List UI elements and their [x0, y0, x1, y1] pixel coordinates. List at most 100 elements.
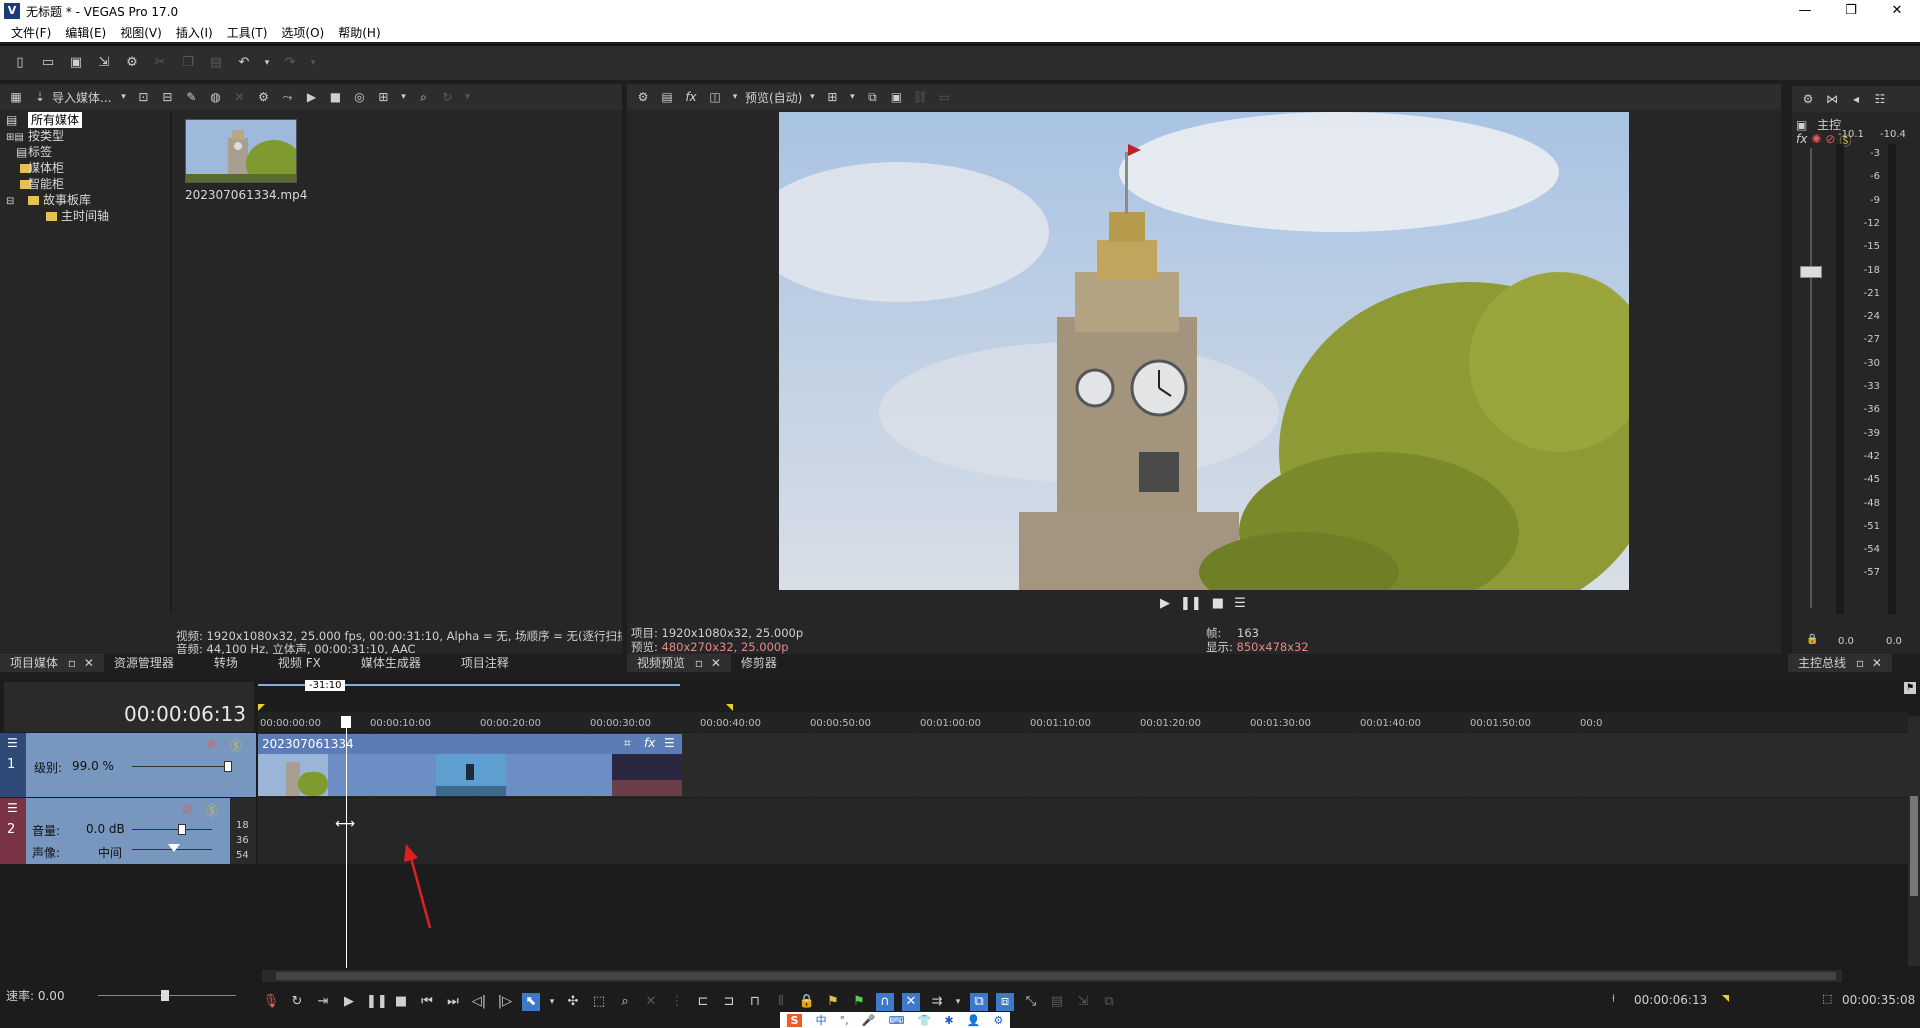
media-file-name[interactable]: 202307061334.mp4 — [185, 188, 307, 202]
preview-play-icon[interactable]: ▶ — [1160, 596, 1170, 611]
close-tab-icon[interactable]: ✕ — [84, 656, 94, 670]
auto-crossfade-icon[interactable]: ✕ — [902, 993, 920, 1011]
normal-edit-tool-icon[interactable]: ⬉ — [522, 993, 540, 1011]
close-tab-icon[interactable]: ✕ — [1872, 656, 1882, 670]
tab-video-preview[interactable]: 视频预览 ▫ ✕ — [627, 654, 731, 672]
play-icon[interactable]: ▶ — [303, 88, 319, 106]
tree-item-tags[interactable]: ▤标签 — [6, 144, 166, 160]
ripple-edit-icon[interactable]: ⇉ — [928, 993, 946, 1011]
undo-icon[interactable]: ↶ — [235, 54, 253, 72]
dock-icon[interactable]: ▫ — [68, 656, 76, 670]
ripple-dropdown-icon[interactable]: ▾ — [954, 993, 962, 1011]
volume-slider-handle[interactable] — [178, 824, 186, 835]
audio-track-header[interactable]: ☰ 2 ⊘ Ⓢ 音量: 0.0 dB 声像: 中间 18 36 54 — [0, 798, 256, 864]
tree-item-by-type[interactable]: ⊞▤ 按类型 — [6, 128, 166, 144]
ignore-grouping-icon[interactable]: ⧈ — [996, 993, 1014, 1011]
tab-explorer[interactable]: 资源管理器 — [104, 654, 184, 672]
master-fx-icon[interactable]: fx — [1796, 132, 1807, 149]
clip-crop-icon[interactable]: ⌗ — [624, 736, 631, 751]
loop-playback-icon[interactable]: ↻ — [288, 993, 306, 1011]
tab-project-notes[interactable]: 项目注释 — [431, 654, 519, 672]
preview-stop-icon[interactable]: ■ — [1212, 596, 1224, 611]
remove-media-icon[interactable]: ⊟ — [159, 88, 175, 106]
menu-help[interactable]: 帮助(H) — [338, 24, 380, 41]
tree-item-storyboard[interactable]: ⊟ 故事板库 — [6, 192, 166, 208]
media-thumbnail[interactable] — [185, 119, 297, 183]
open-folder-icon[interactable]: ▭ — [39, 54, 57, 72]
menu-edit[interactable]: 编辑(E) — [65, 24, 106, 41]
render-icon[interactable]: ⇲ — [95, 54, 113, 72]
video-track-mute-icon[interactable]: ⊘ — [206, 737, 216, 751]
preview-device-icon[interactable]: ▤ — [659, 88, 675, 106]
video-fx-icon[interactable]: fx — [683, 88, 699, 106]
overlays-grid-icon[interactable]: ⊞ — [824, 88, 840, 106]
tab-project-media[interactable]: 项目媒体 ▫ ✕ — [0, 654, 104, 672]
save-icon[interactable]: ▣ — [67, 54, 85, 72]
overlays-dropdown-icon[interactable]: ▾ — [848, 88, 856, 106]
dock-icon[interactable]: ▫ — [695, 656, 703, 670]
audio-track-mute-icon[interactable]: ⊘ — [182, 802, 192, 816]
tree-item-main-timeline[interactable]: 主时间轴 — [6, 208, 166, 224]
import-media-button[interactable]: 导入媒体... — [52, 89, 111, 106]
loop-icon[interactable]: ◎ — [351, 88, 367, 106]
stop-icon[interactable]: ■ — [327, 88, 343, 106]
capture-icon[interactable]: ⊡ — [135, 88, 151, 106]
delete-icon[interactable]: ✕ — [231, 88, 247, 106]
keyboard-icon[interactable]: ⌨ — [889, 1014, 905, 1027]
audio-track-menu-icon[interactable]: ☰ — [7, 801, 18, 815]
toolbox-icon[interactable]: ✱ — [944, 1014, 953, 1027]
auto-preview-icon[interactable]: ⤳ — [279, 88, 295, 106]
dim-output-icon[interactable]: ◂ — [1848, 90, 1864, 108]
render-region-icon[interactable]: ⇲ — [1074, 993, 1092, 1011]
zoom-tool-icon[interactable]: ⌕ — [616, 993, 634, 1011]
play-from-start-icon[interactable]: ⇥ — [314, 993, 332, 1011]
views-icon[interactable]: ⊞ — [375, 88, 391, 106]
ripple-icon[interactable]: ⫴ — [772, 993, 790, 1011]
tab-trimmer[interactable]: 修剪器 — [731, 654, 787, 672]
save-snapshot-icon[interactable]: ▣ — [888, 88, 904, 106]
record-icon[interactable]: 🎙 — [262, 993, 280, 1011]
region-icon[interactable]: ⚑ — [850, 993, 868, 1011]
trim-icon[interactable]: ⊓ — [746, 993, 764, 1011]
video-track-menu-icon[interactable]: ☰ — [7, 736, 18, 750]
media-fx-icon[interactable]: ◍ — [207, 88, 223, 106]
audio-track-solo-icon[interactable]: Ⓢ — [206, 802, 218, 819]
preview-quality-dropdown[interactable]: 预览(自动) — [745, 89, 802, 106]
lock-icon[interactable]: 🔒 — [1806, 634, 1818, 645]
menu-options[interactable]: 选项(O) — [281, 24, 324, 41]
playhead-line[interactable] — [346, 718, 347, 968]
stop-icon[interactable]: ■ — [392, 993, 410, 1011]
copy-snapshot-icon[interactable]: ⧉ — [864, 88, 880, 106]
video-track-header[interactable]: ☰ 1 ⊘ Ⓢ 级别: 99.0 % — [0, 733, 256, 797]
pause-icon[interactable]: ❚❚ — [366, 993, 388, 1011]
menu-insert[interactable]: 插入(I) — [176, 24, 213, 41]
snapping-icon[interactable]: ∩ — [876, 993, 894, 1011]
close-tab-icon[interactable]: ✕ — [711, 656, 721, 670]
level-slider-handle[interactable] — [224, 761, 232, 772]
sogou-logo-icon[interactable]: S — [786, 1013, 803, 1027]
preview-pause-icon[interactable]: ❚❚ — [1180, 596, 1202, 611]
marker-icon[interactable]: ⚑ — [824, 993, 842, 1011]
cut-icon[interactable]: ✂ — [151, 54, 169, 72]
menu-tools[interactable]: 工具(T) — [227, 24, 268, 41]
selection-tool-icon[interactable]: ⬚ — [590, 993, 608, 1011]
master-settings-gear-icon[interactable]: ⚙ — [1800, 90, 1816, 108]
microphone-icon[interactable]: 🎤 — [862, 1014, 876, 1027]
maximize-button[interactable]: ❐ — [1828, 0, 1874, 22]
import-media-icon[interactable]: ⇣ — [32, 88, 48, 106]
clip-fx-icon[interactable]: fx — [644, 736, 655, 750]
hscroll-thumb[interactable] — [276, 972, 1836, 980]
tab-master-bus[interactable]: 主控总线 ▫ ✕ — [1788, 654, 1892, 672]
explorer-icon[interactable]: ▦ — [8, 88, 24, 106]
master-fader-handle[interactable] — [1800, 266, 1822, 278]
downmix-icon[interactable]: ⋈ — [1824, 90, 1840, 108]
go-to-end-icon[interactable]: ⏭ — [444, 993, 462, 1011]
rate-slider-handle[interactable] — [161, 990, 169, 1001]
go-to-start-icon[interactable]: ⏮ — [418, 993, 436, 1011]
automation-icon[interactable]: ✺ — [1811, 132, 1821, 149]
playhead-handle[interactable] — [341, 716, 351, 728]
video-clip[interactable]: 202307061334 ⌗ fx ☰ — [258, 734, 682, 796]
new-file-icon[interactable]: ▯ — [11, 54, 29, 72]
refresh-icon[interactable]: ↻ — [439, 88, 455, 106]
copy-icon[interactable]: ❐ — [179, 54, 197, 72]
